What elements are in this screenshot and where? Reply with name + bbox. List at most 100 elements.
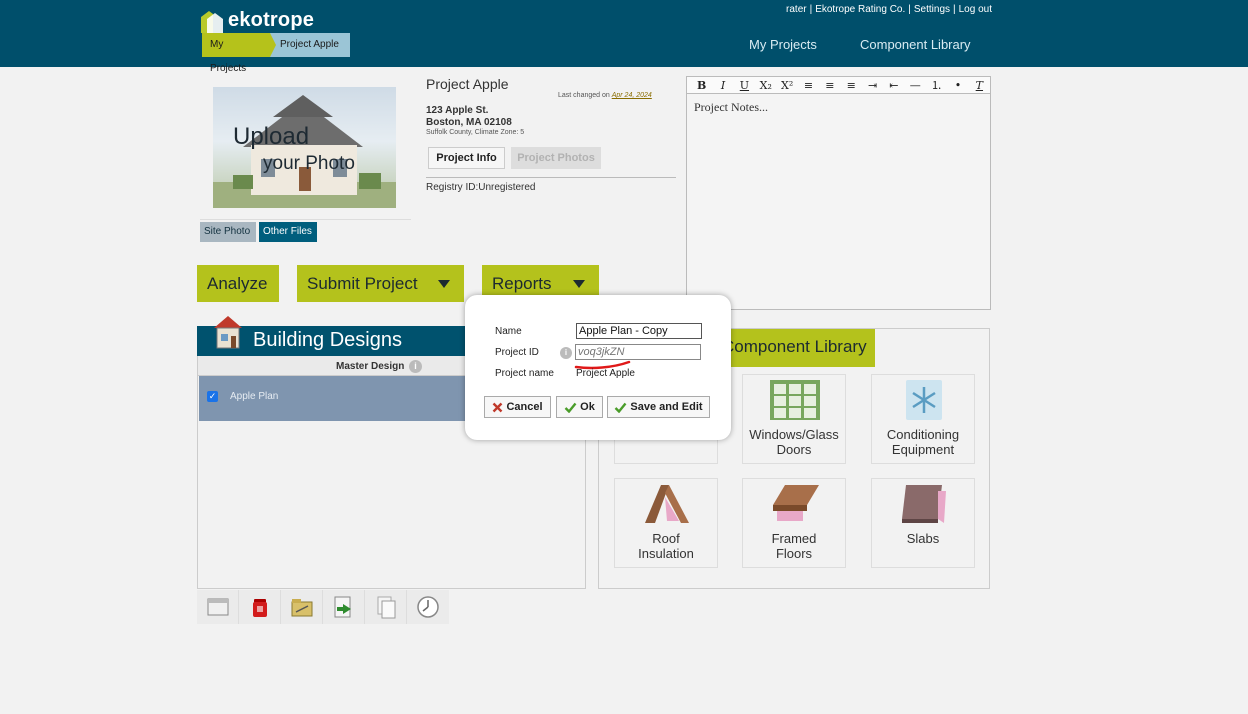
breadcrumb-arrow-icon [270,33,276,57]
superscript-button[interactable]: X² [776,79,797,92]
floor-icon [773,485,819,521]
address-city: Boston, MA 02108 [426,117,512,128]
building-designs-title: Building Designs [253,329,402,351]
indent-button[interactable]: ⇥ [862,79,883,92]
horizontal-rule-button[interactable]: — [905,79,926,92]
align-left-button[interactable]: ≡ [798,79,819,92]
align-right-button[interactable]: ≡ [841,79,862,92]
tile-label-line2: Floors [775,546,813,561]
export-icon [334,596,351,618]
project-name-label: Project name [495,368,554,379]
address-street: 123 Apple St. [426,105,489,116]
export-design-button[interactable] [323,590,365,624]
tab-project-photos[interactable]: Project Photos [511,147,601,169]
info-icon[interactable]: i [409,360,422,373]
tab-project-info[interactable]: Project Info [428,147,505,169]
registry-id: Registry ID:Unregistered [426,182,536,193]
component-tile-roof-insulation[interactable]: Roof Insulation [614,478,718,568]
duplicate-icon [377,596,395,619]
design-name-input[interactable] [576,323,702,339]
ok-button[interactable]: Ok [556,396,603,418]
cancel-button[interactable]: Cancel [484,396,551,418]
unordered-list-button[interactable]: • [947,79,968,92]
component-library-title: Component Library [722,337,867,356]
address-county: Suffolk County, Climate Zone: 5 [426,129,525,136]
logout-link[interactable]: Log out [959,4,992,15]
design-name[interactable]: Apple Plan [230,391,278,402]
project-notes-editor[interactable]: B I U X₂ X² ≡ ≡ ≡ ⇥ ⇤ — ⒈ • T Project No… [686,76,991,310]
project-name-value: Project Apple [576,368,635,379]
other-files-button[interactable]: Other Files [259,222,317,242]
tile-label-line1: Windows/Glass [749,427,839,442]
component-tile-conditioning-equipment[interactable]: Conditioning Equipment [871,374,975,464]
subscript-button[interactable]: X₂ [755,79,776,92]
cancel-label: Cancel [506,401,543,413]
settings-link[interactable]: Settings [914,4,950,15]
project-id-label: Project ID [495,347,539,358]
checkmark-icon [615,402,627,413]
tile-label-line1: Conditioning [886,427,960,442]
history-button[interactable] [407,590,449,624]
upload-photo-text: Upload [233,123,310,150]
last-changed-date[interactable]: Apr 24, 2024 [612,92,652,99]
info-icon[interactable]: i [560,347,572,359]
close-icon [493,402,503,412]
tile-label-line1: Roof [652,531,680,546]
name-label: Name [495,326,522,337]
editor-toolbar: B I U X₂ X² ≡ ≡ ≡ ⇥ ⇤ — ⒈ • T [687,77,990,94]
tab-underline [426,177,676,178]
tile-label-line1: Slabs [906,531,940,546]
ok-label: Ok [580,401,595,413]
trash-icon [252,599,267,617]
master-design-header: Master Design [336,361,405,372]
site-photo-button[interactable]: Site Photo [200,222,256,242]
analyze-button[interactable]: Analyze [197,265,279,302]
breadcrumb-project-apple[interactable]: Project Apple [270,33,350,57]
delete-design-button[interactable] [239,590,281,624]
notes-text[interactable]: Project Notes... [694,100,768,115]
designs-toolbar [197,590,451,624]
underline-button[interactable]: U [734,79,755,92]
italic-button[interactable]: I [712,79,733,92]
align-center-button[interactable]: ≡ [819,79,840,92]
window-icon [207,598,228,616]
tile-label-line2: Insulation [638,546,694,561]
ekotrope-logo-text[interactable]: ekotrope [228,9,314,32]
house-icon [214,316,242,349]
clock-icon [417,596,439,618]
component-tile-slabs[interactable]: Slabs [871,478,975,568]
new-design-button[interactable] [197,590,239,624]
snowflake-icon [906,380,942,420]
nav-component-library[interactable]: Component Library [860,37,971,52]
duplicate-design-button[interactable] [365,590,407,624]
copy-design-button[interactable] [281,590,323,624]
last-changed: Last changed on Apr 24, 2024 [558,92,652,99]
submit-project-label: Submit Project [307,274,418,293]
outdent-button[interactable]: ⇤ [883,79,904,92]
copy-design-dialog: Name Project ID i Project name Project A… [465,295,731,440]
tile-label-line2: Equipment [891,442,955,457]
user-link[interactable]: rater [786,4,807,15]
ordered-list-button[interactable]: ⒈ [926,77,947,93]
bold-button[interactable]: B [691,79,712,92]
submit-project-button[interactable]: Submit Project [297,265,464,302]
chevron-down-icon [438,280,450,288]
nav-my-projects[interactable]: My Projects [749,37,817,52]
breadcrumb-my-projects[interactable]: My Projects [202,33,270,74]
design-checkbox[interactable]: ✓ [207,391,218,402]
tile-label-line2: Doors [776,442,812,457]
folder-icon [291,599,312,617]
component-tile-windows-glass-doors[interactable]: Windows/Glass Doors [742,374,846,464]
component-tile-framed-floors[interactable]: Framed Floors [742,478,846,568]
photo-divider [200,219,411,220]
project-photo-upload[interactable]: Upload your Photo [213,87,396,208]
company-link[interactable]: Ekotrope Rating Co. [815,4,905,15]
tile-label-line1: Framed [771,531,817,546]
reports-label: Reports [492,274,552,293]
save-and-edit-button[interactable]: Save and Edit [607,396,710,418]
top-header-bar [0,0,1248,67]
project-id-input[interactable] [575,344,701,360]
save-and-edit-label: Save and Edit [630,401,703,413]
project-title: Project Apple [426,76,509,92]
clear-format-button[interactable]: T [969,79,990,92]
